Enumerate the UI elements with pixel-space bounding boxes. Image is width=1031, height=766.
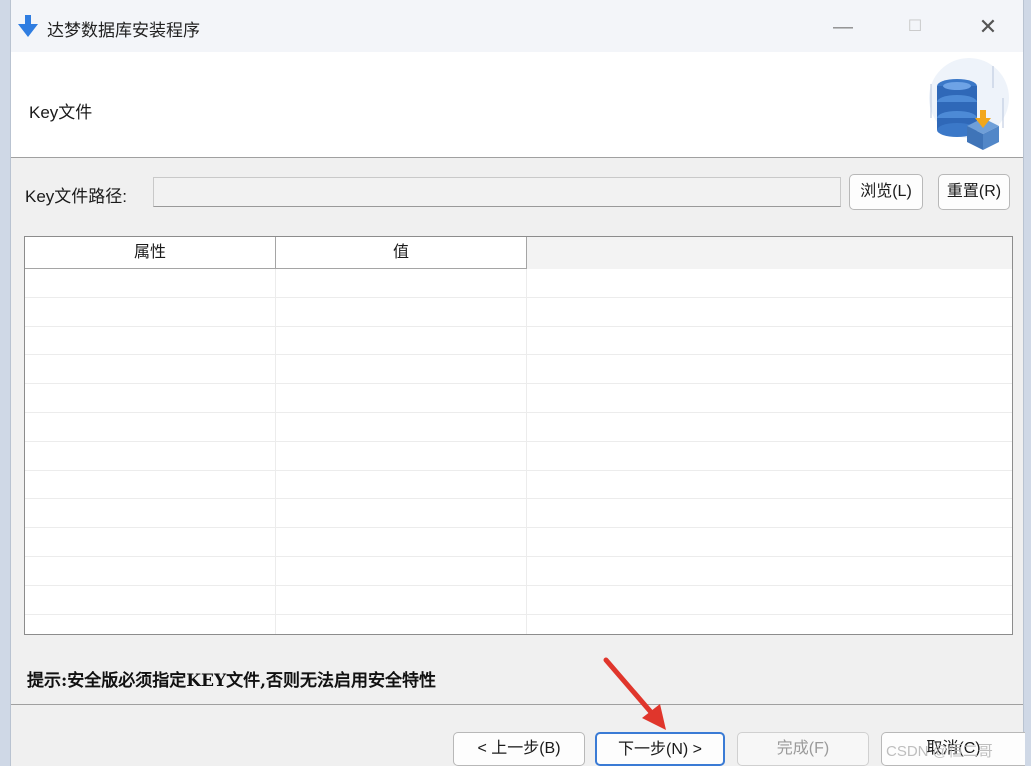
table-cell[interactable] bbox=[276, 441, 527, 470]
table-cell[interactable] bbox=[276, 556, 527, 585]
table-cell[interactable] bbox=[527, 615, 1012, 634]
browse-button[interactable]: 浏览(L) bbox=[849, 174, 923, 210]
table-cell[interactable] bbox=[25, 441, 276, 470]
table-cell[interactable] bbox=[527, 442, 1012, 470]
prev-button[interactable]: < 上一步(B) bbox=[453, 732, 585, 766]
table-cell[interactable] bbox=[25, 269, 276, 297]
table-cell[interactable] bbox=[276, 585, 527, 614]
annotation-arrow-icon bbox=[603, 657, 666, 730]
page-header: Key文件 bbox=[11, 52, 1023, 158]
database-install-icon bbox=[929, 58, 1009, 150]
table-cell[interactable] bbox=[25, 614, 276, 634]
table-header: 属性 值 bbox=[25, 237, 1012, 269]
minimize-button[interactable]: — bbox=[821, 12, 865, 42]
table-cell[interactable] bbox=[25, 384, 276, 412]
table-cell[interactable] bbox=[25, 297, 276, 326]
table-cell[interactable] bbox=[527, 355, 1012, 383]
table-row[interactable] bbox=[25, 326, 1012, 356]
table-row[interactable] bbox=[25, 499, 1012, 529]
download-arrow-icon bbox=[18, 15, 38, 37]
column-header-attribute[interactable]: 属性 bbox=[25, 237, 276, 269]
table-row[interactable] bbox=[25, 269, 1012, 298]
table-cell[interactable] bbox=[276, 384, 527, 412]
watermark: CSDN @恒二哥 bbox=[886, 743, 993, 760]
table-cell[interactable] bbox=[276, 412, 527, 441]
maximize-button[interactable]: ☐ bbox=[893, 12, 937, 42]
installer-window: 达梦数据库安装程序 — ☐ ✕ Key文件 Key文件路径: 浏览(L) 重置(… bbox=[10, 0, 1025, 766]
table-cell[interactable] bbox=[276, 326, 527, 355]
key-properties-table: 属性 值 bbox=[24, 236, 1013, 635]
table-cell[interactable] bbox=[25, 412, 276, 441]
table-row[interactable] bbox=[25, 585, 1012, 615]
column-header-filler bbox=[527, 237, 1012, 269]
table-cell[interactable] bbox=[527, 298, 1012, 326]
title-bar[interactable]: 达梦数据库安装程序 — ☐ ✕ bbox=[11, 0, 1023, 52]
table-cell[interactable] bbox=[276, 499, 527, 528]
table-row[interactable] bbox=[25, 441, 1012, 471]
table-cell[interactable] bbox=[527, 269, 1012, 297]
table-cell[interactable] bbox=[25, 355, 276, 384]
table-cell[interactable] bbox=[276, 528, 527, 556]
table-cell[interactable] bbox=[527, 327, 1012, 355]
table-row[interactable] bbox=[25, 297, 1012, 327]
table-cell[interactable] bbox=[276, 470, 527, 499]
table-cell[interactable] bbox=[276, 297, 527, 326]
table-cell[interactable] bbox=[25, 470, 276, 499]
table-cell[interactable] bbox=[25, 585, 276, 614]
table-row[interactable] bbox=[25, 470, 1012, 500]
table-cell[interactable] bbox=[527, 499, 1012, 527]
table-cell[interactable] bbox=[25, 499, 276, 528]
column-header-value[interactable]: 值 bbox=[276, 237, 527, 269]
table-cell[interactable] bbox=[276, 355, 527, 384]
table-cell[interactable] bbox=[25, 556, 276, 585]
window-title: 达梦数据库安装程序 bbox=[47, 21, 200, 40]
table-row[interactable] bbox=[25, 556, 1012, 586]
table-row[interactable] bbox=[25, 412, 1012, 442]
table-row[interactable] bbox=[25, 355, 1012, 385]
key-path-input[interactable] bbox=[153, 177, 841, 207]
table-row[interactable] bbox=[25, 528, 1012, 557]
table-row[interactable] bbox=[25, 614, 1012, 634]
finish-button: 完成(F) bbox=[737, 732, 869, 766]
table-cell[interactable] bbox=[527, 528, 1012, 556]
table-cell[interactable] bbox=[527, 586, 1012, 614]
table-cell[interactable] bbox=[527, 413, 1012, 441]
reset-button[interactable]: 重置(R) bbox=[938, 174, 1010, 210]
table-cell[interactable] bbox=[527, 384, 1012, 412]
table-cell[interactable] bbox=[25, 528, 276, 556]
page-title: Key文件 bbox=[29, 103, 93, 122]
footer-divider bbox=[11, 704, 1023, 705]
table-row[interactable] bbox=[25, 384, 1012, 413]
key-path-label: Key文件路径: bbox=[25, 187, 128, 206]
security-hint: 提示:安全版必须指定KEY文件,否则无法启用安全特性 bbox=[27, 671, 437, 691]
next-button[interactable]: 下一步(N) > bbox=[595, 732, 725, 766]
table-cell[interactable] bbox=[527, 471, 1012, 499]
table-body bbox=[25, 269, 1012, 634]
close-button[interactable]: ✕ bbox=[966, 12, 1010, 42]
table-cell[interactable] bbox=[25, 326, 276, 355]
table-cell[interactable] bbox=[276, 614, 527, 634]
table-cell[interactable] bbox=[276, 269, 527, 297]
table-cell[interactable] bbox=[527, 557, 1012, 585]
